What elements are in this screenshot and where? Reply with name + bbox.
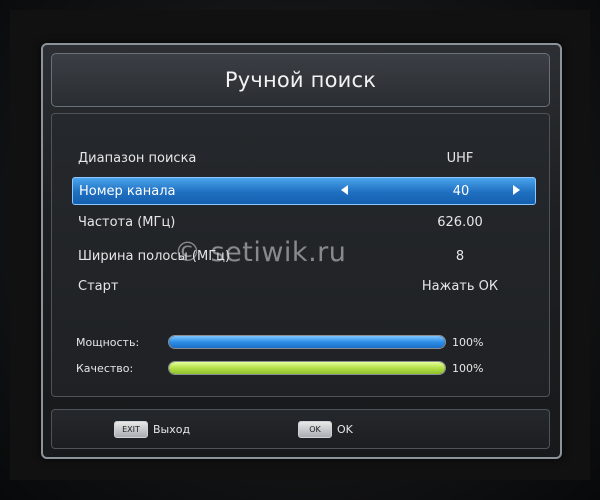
ok-key-hint[interactable]: OK OK bbox=[298, 421, 353, 438]
dialog-footer: EXIT Выход OK OK bbox=[51, 409, 550, 449]
arrow-right-icon[interactable] bbox=[513, 185, 520, 195]
quality-bar-fill bbox=[169, 362, 445, 374]
exit-keycap: EXIT bbox=[114, 421, 148, 438]
setting-row-bandwidth[interactable]: Ширина полосы (МГц) 8 bbox=[72, 242, 534, 270]
setting-value: 8 bbox=[455, 248, 465, 264]
power-percent: 100% bbox=[452, 335, 484, 349]
exit-label: Выход bbox=[153, 423, 191, 436]
manual-search-dialog: Ручной поиск Диапазон поиска UHF Номер к… bbox=[41, 43, 562, 459]
quality-meter: Качество: 100% bbox=[72, 359, 534, 377]
power-label: Мощность: bbox=[76, 335, 140, 349]
exit-key-hint[interactable]: EXIT Выход bbox=[114, 421, 190, 438]
dialog-title: Ручной поиск bbox=[224, 68, 377, 92]
arrow-left-icon[interactable] bbox=[341, 185, 348, 195]
power-meter: Мощность: 100% bbox=[72, 333, 534, 351]
setting-label: Старт bbox=[78, 278, 119, 294]
ok-label: OK bbox=[337, 423, 353, 436]
settings-panel: Диапазон поиска UHF Номер канала 40 Част… bbox=[51, 113, 550, 397]
setting-value: Нажать ОК bbox=[421, 278, 499, 294]
setting-row-search-range[interactable]: Диапазон поиска UHF bbox=[72, 144, 534, 172]
setting-label: Номер канала bbox=[79, 183, 176, 199]
setting-value: 626.00 bbox=[437, 214, 483, 230]
setting-value: 40 bbox=[452, 183, 470, 199]
dialog-title-bar: Ручной поиск bbox=[51, 53, 550, 107]
setting-value: UHF bbox=[446, 150, 474, 166]
setting-row-start[interactable]: Старт Нажать ОК bbox=[72, 272, 534, 300]
quality-bar-track bbox=[168, 361, 446, 375]
power-bar-track bbox=[168, 335, 446, 349]
quality-label: Качество: bbox=[76, 361, 134, 375]
setting-label: Ширина полосы (МГц) bbox=[78, 248, 231, 264]
setting-row-frequency[interactable]: Частота (МГц) 626.00 bbox=[72, 208, 534, 236]
quality-percent: 100% bbox=[452, 361, 484, 375]
setting-label: Диапазон поиска bbox=[78, 150, 197, 166]
ok-keycap: OK bbox=[298, 421, 332, 438]
setting-label: Частота (МГц) bbox=[78, 214, 176, 230]
setting-row-channel-number[interactable]: Номер канала 40 bbox=[72, 177, 536, 205]
power-bar-fill bbox=[169, 336, 445, 348]
